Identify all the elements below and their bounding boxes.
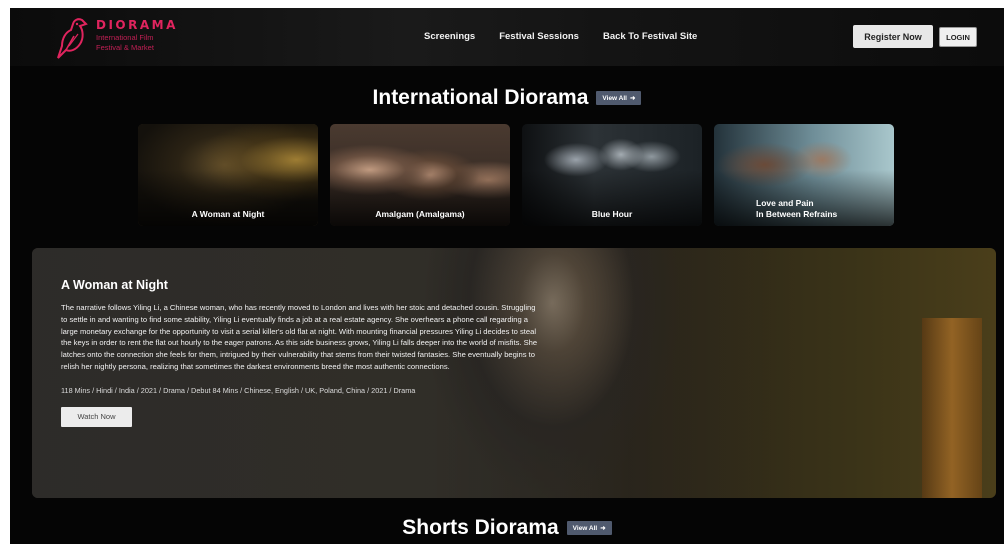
international-view-all-button[interactable]: View All ➜	[596, 91, 642, 105]
film-card-love-and-pain[interactable]: Love and Pain In Between Refrains	[714, 124, 894, 226]
top-header: DIORAMA International Film Festival & Ma…	[10, 8, 1004, 66]
film-card-title: Blue Hour	[591, 209, 633, 219]
film-card-a-woman-at-night[interactable]: A Woman at Night	[138, 124, 318, 226]
nav-screenings[interactable]: Screenings	[424, 31, 475, 42]
brand-name: DIORAMA	[96, 18, 178, 32]
featured-film-panel: A Woman at Night The narrative follows Y…	[32, 248, 996, 498]
featured-film-title: A Woman at Night	[61, 278, 168, 292]
film-card-title: Amalgam (Amalgama)	[375, 209, 465, 219]
film-card-title: A Woman at Night	[191, 209, 265, 219]
international-section-header: International Diorama View All ➜	[10, 86, 1004, 110]
nav-back-to-festival-site[interactable]: Back To Festival Site	[603, 31, 697, 42]
shorts-section-title: Shorts Diorama	[402, 516, 559, 539]
featured-film-synopsis: The narrative follows Yiling Li, a Chine…	[61, 303, 538, 371]
nav-festival-sessions[interactable]: Festival Sessions	[499, 31, 579, 42]
login-button[interactable]: LOGIN	[939, 27, 977, 47]
register-button[interactable]: Register Now	[853, 25, 933, 48]
brand-logo[interactable]: DIORAMA International Film Festival & Ma…	[56, 16, 178, 60]
brand-subtitle-1: International Film	[96, 33, 154, 42]
featured-film-meta: 118 Mins / Hindi / India / 2021 / Drama …	[61, 385, 416, 395]
page-frame: DIORAMA International Film Festival & Ma…	[10, 8, 1004, 544]
film-card-blue-hour[interactable]: Blue Hour	[522, 124, 702, 226]
brand-subtitle-2: Festival & Market	[96, 43, 154, 52]
watch-now-button[interactable]: Watch Now	[61, 406, 132, 427]
main-nav: Screenings Festival Sessions Back To Fes…	[424, 31, 697, 42]
view-all-label: View All	[572, 524, 598, 532]
shorts-view-all-button[interactable]: View All ➜	[566, 521, 612, 535]
international-section-title: International Diorama	[372, 86, 589, 109]
film-carousel: A Woman at Night Amalgam (Amalgama) Blue…	[138, 124, 894, 226]
film-card-title: Love and Pain In Between Refrains	[756, 198, 894, 220]
film-card-title-line-1: Love and Pain	[756, 198, 814, 208]
film-card-title-line-2: In Between Refrains	[756, 209, 838, 219]
arrow-right-icon: ➜	[600, 525, 606, 532]
arrow-right-icon: ➜	[630, 95, 636, 102]
shorts-section-header: Shorts Diorama View All ➜	[10, 516, 1004, 540]
bird-logo-icon	[57, 18, 88, 59]
featured-film-details: A Woman at Night The narrative follows Y…	[61, 278, 541, 427]
film-card-amalgam[interactable]: Amalgam (Amalgama)	[330, 124, 510, 226]
view-all-label: View All	[602, 94, 627, 102]
